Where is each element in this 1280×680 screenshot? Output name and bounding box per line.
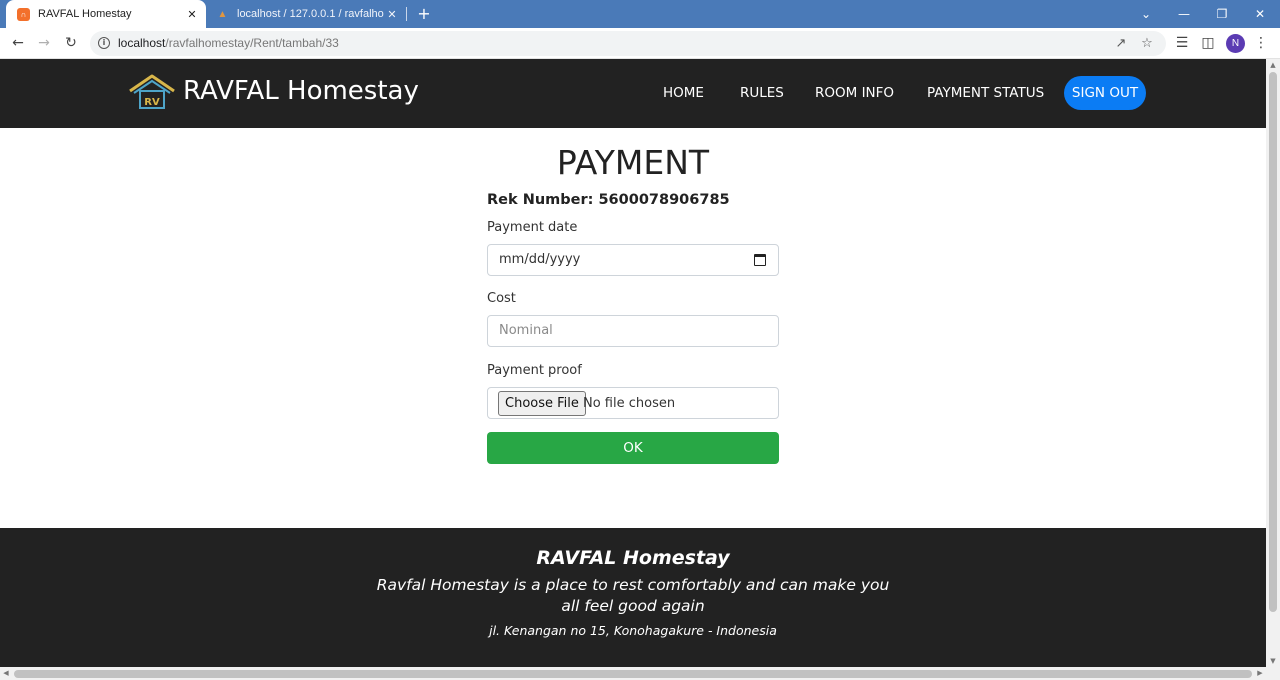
scroll-left-icon[interactable]: ◀	[0, 667, 12, 680]
scroll-up-icon[interactable]: ▲	[1266, 59, 1280, 71]
calendar-icon[interactable]	[754, 254, 766, 266]
svg-text:RV: RV	[144, 97, 160, 108]
page-viewport: RV RAVFAL Homestay HOME RULES ROOM INFO …	[0, 59, 1266, 667]
address-bar[interactable]: i localhost/ravfalhomestay/Rent/tambah/3…	[90, 31, 1166, 56]
new-tab-button[interactable]: +	[414, 4, 434, 24]
nav-rules[interactable]: RULES	[740, 83, 784, 103]
sign-out-button[interactable]: SIGN OUT	[1064, 76, 1146, 110]
vertical-scrollbar[interactable]: ▲ ▼	[1266, 59, 1280, 667]
cost-input[interactable]: Nominal	[487, 315, 779, 347]
footer-address: jl. Kenangan no 15, Konohagakure - Indon…	[489, 623, 777, 638]
scroll-right-icon[interactable]: ▶	[1254, 667, 1266, 680]
payment-date-input[interactable]: mm/dd/yyyy	[487, 244, 779, 276]
nav-payment-status[interactable]: PAYMENT STATUS	[927, 83, 1044, 103]
site-navbar: RV RAVFAL Homestay HOME RULES ROOM INFO …	[0, 59, 1266, 128]
maximize-icon[interactable]: ❐	[1203, 0, 1241, 28]
bookmark-star-icon[interactable]: ☆	[1138, 35, 1156, 53]
back-icon[interactable]: ←	[7, 32, 29, 54]
horizontal-scrollbar[interactable]: ◀ ▶	[0, 667, 1280, 680]
submit-button[interactable]: OK	[487, 432, 779, 464]
profile-avatar[interactable]: N	[1226, 34, 1245, 53]
minimize-icon[interactable]: —	[1165, 0, 1203, 28]
tab-title: localhost / 127.0.0.1 / ravfalhome	[237, 8, 384, 20]
cost-label: Cost	[487, 291, 516, 306]
vertical-scroll-thumb[interactable]	[1269, 72, 1277, 612]
browser-toolbar: ← → ↻ i localhost/ravfalhomestay/Rent/ta…	[0, 28, 1280, 59]
browser-tab-strip: ∩ RAVFAL Homestay ✕ ▲ localhost / 127.0.…	[0, 0, 1280, 28]
scroll-down-icon[interactable]: ▼	[1266, 655, 1280, 667]
tab-search-icon[interactable]: ⌄	[1127, 0, 1165, 28]
close-tab-icon[interactable]: ✕	[184, 8, 200, 21]
tab-title: RAVFAL Homestay	[38, 8, 132, 20]
footer-description: Ravfal Homestay is a place to rest comfo…	[376, 576, 890, 615]
browser-tab-active[interactable]: ∩ RAVFAL Homestay ✕	[6, 0, 206, 28]
side-panel-icon[interactable]: ◫	[1197, 32, 1219, 54]
site-info-icon[interactable]: i	[98, 37, 110, 49]
reload-icon[interactable]: ↻	[60, 32, 82, 54]
choose-file-button[interactable]: Choose File	[498, 391, 586, 416]
site-footer: RAVFAL Homestay Ravfal Homestay is a pla…	[0, 528, 1266, 667]
tab-separator	[406, 7, 407, 21]
file-status-text: No file chosen	[583, 396, 676, 411]
rek-number: Rek Number: 5600078906785	[487, 192, 730, 208]
share-icon[interactable]: ↗	[1112, 35, 1130, 53]
forward-icon[interactable]: →	[33, 32, 55, 54]
xampp-icon: ∩	[17, 7, 30, 21]
payment-proof-file-input[interactable]: Choose File No file chosen	[487, 387, 779, 419]
menu-kebab-icon[interactable]: ⋮	[1250, 32, 1272, 54]
url-path: /ravfalhomestay/Rent/tambah/33	[165, 36, 339, 50]
brand-name[interactable]: RAVFAL Homestay	[183, 74, 419, 108]
url-host: localhost	[118, 36, 166, 50]
media-control-icon[interactable]: ☰	[1171, 32, 1193, 54]
payment-date-label: Payment date	[487, 220, 578, 235]
phpmyadmin-icon: ▲	[217, 8, 228, 20]
homestay-logo-icon[interactable]: RV	[128, 74, 176, 110]
payment-date-placeholder: mm/dd/yyyy	[499, 252, 581, 267]
nav-home[interactable]: HOME	[663, 83, 704, 103]
page-title: PAYMENT	[556, 143, 710, 182]
footer-title: RAVFAL Homestay	[536, 547, 730, 569]
url-text: localhost/ravfalhomestay/Rent/tambah/33	[118, 31, 339, 56]
close-tab-icon[interactable]: ✕	[384, 8, 400, 21]
browser-tab-inactive[interactable]: ▲ localhost / 127.0.0.1 / ravfalhome ✕	[206, 0, 406, 28]
nav-room-info[interactable]: ROOM INFO	[815, 83, 894, 103]
horizontal-scroll-thumb[interactable]	[14, 670, 1252, 678]
payment-proof-label: Payment proof	[487, 363, 582, 378]
close-window-icon[interactable]: ✕	[1241, 0, 1279, 28]
